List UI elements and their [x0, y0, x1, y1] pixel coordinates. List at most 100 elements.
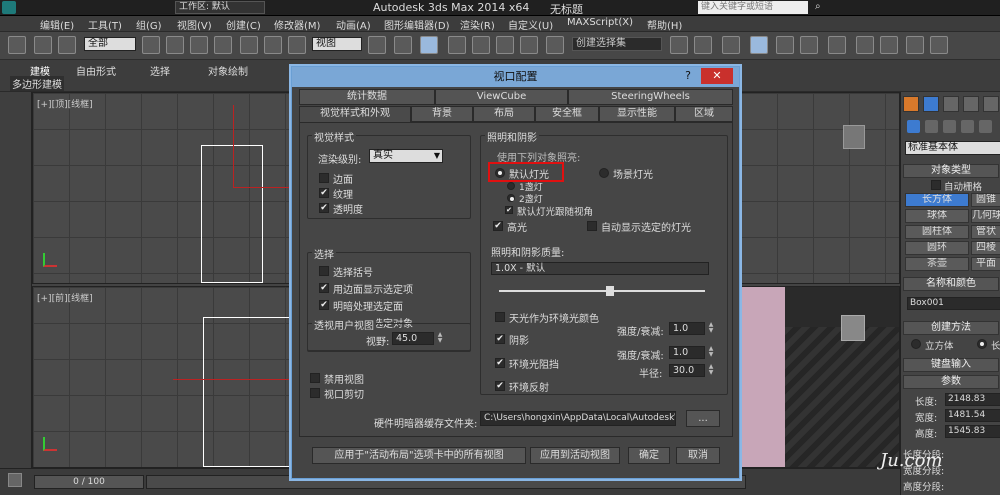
ribbon-tab-object-paint[interactable]: 对象绘制: [208, 63, 248, 78]
edge-faces-checkbox[interactable]: [319, 173, 329, 183]
ribbon-tab-freeform[interactable]: 自由形式: [76, 63, 116, 78]
cylinder-button[interactable]: 圆柱体: [905, 225, 969, 239]
ao-checkbox[interactable]: ✔: [495, 358, 505, 368]
tab-steeringwheels[interactable]: SteeringWheels: [568, 89, 733, 105]
unlink-icon[interactable]: [58, 36, 76, 54]
browse-button[interactable]: ...: [686, 410, 720, 427]
schematic-view-icon[interactable]: [800, 36, 818, 54]
box-wireframe[interactable]: [203, 317, 293, 467]
two-lights-radio[interactable]: [507, 194, 515, 202]
tab-layout[interactable]: 布局: [473, 106, 535, 122]
render-frame-icon[interactable]: [880, 36, 898, 54]
ref-coord-select[interactable]: 视图: [312, 37, 362, 51]
tab-background[interactable]: 背景: [411, 106, 473, 122]
shadows-checkbox[interactable]: ✔: [495, 334, 505, 344]
named-selection-set[interactable]: 创建选择集: [572, 37, 662, 51]
box-button[interactable]: 长方体: [905, 193, 969, 207]
quality-slider[interactable]: [499, 286, 705, 296]
display-tab-icon[interactable]: [983, 96, 999, 112]
pivot-icon[interactable]: [368, 36, 386, 54]
hierarchy-tab-icon[interactable]: [943, 96, 959, 112]
ribbon-sub-poly[interactable]: 多边形建模: [10, 76, 64, 91]
lights-icon[interactable]: [943, 120, 956, 133]
apply-active-button[interactable]: 应用到活动视图: [530, 447, 620, 464]
box-wireframe[interactable]: [201, 145, 263, 283]
render-level-select[interactable]: 真实 ▼: [369, 149, 443, 163]
box-radio[interactable]: [977, 339, 987, 349]
help-icon[interactable]: ?: [681, 67, 695, 85]
tab-display-performance[interactable]: 显示性能: [599, 106, 675, 122]
menu-tools[interactable]: 工具(T): [88, 17, 122, 32]
search-input[interactable]: 键入关键字或短语: [698, 1, 808, 14]
window-crossing-icon[interactable]: [214, 36, 232, 54]
shade-selected-faces-checkbox[interactable]: ✔: [319, 300, 329, 310]
rollout-name-color[interactable]: 名称和颜色: [903, 277, 999, 291]
quality-slider-thumb[interactable]: [605, 286, 614, 296]
width-input[interactable]: 1481.54: [945, 409, 1000, 422]
rollout-object-type[interactable]: 对象类型: [903, 164, 999, 178]
shader-cache-path[interactable]: C:\Users\hongxin\AppData\Local\Autodesk\…: [480, 411, 676, 426]
ribbon-toggle-icon[interactable]: [750, 36, 768, 54]
object-name-input[interactable]: Box001: [907, 297, 1000, 310]
radius-spinner[interactable]: ▲ ▼: [707, 364, 715, 377]
tab-statistics[interactable]: 统计数据: [299, 89, 435, 105]
selection-brackets-checkbox[interactable]: [319, 266, 329, 276]
menu-views[interactable]: 视图(V): [177, 17, 212, 32]
reflections-checkbox[interactable]: ✔: [495, 381, 505, 391]
layer-manager-icon[interactable]: [722, 36, 740, 54]
shapes-icon[interactable]: [925, 120, 938, 133]
ok-button[interactable]: 确定: [628, 447, 670, 464]
menu-modifiers[interactable]: 修改器(M): [274, 17, 320, 32]
maxscript-mini-icon[interactable]: [8, 473, 22, 487]
create-tab-icon[interactable]: [903, 96, 919, 112]
transparency-checkbox[interactable]: ✔: [319, 203, 329, 213]
scene-lights-radio[interactable]: [599, 168, 609, 178]
auto-grid-checkbox[interactable]: [931, 180, 941, 190]
cube-radio[interactable]: [911, 339, 921, 349]
viewport-front-label[interactable]: [+][前][线框]: [37, 291, 93, 304]
viewcube-icon[interactable]: [843, 125, 865, 149]
edge-faces-selected-checkbox[interactable]: ✔: [319, 283, 329, 293]
skylight-ambient-checkbox[interactable]: [495, 312, 505, 322]
auto-display-lights-checkbox[interactable]: [587, 221, 597, 231]
tab-regions[interactable]: 区域: [675, 106, 733, 122]
shadow-intensity-spinner[interactable]: ▲ ▼: [707, 322, 715, 335]
sphere-button[interactable]: 球体: [905, 209, 969, 223]
tab-visual-style[interactable]: 视觉样式和外观: [299, 106, 411, 123]
undo-icon[interactable]: [8, 36, 26, 54]
render-icon[interactable]: [906, 36, 924, 54]
geosphere-button[interactable]: 几何球: [971, 209, 1000, 223]
tab-safe-frame[interactable]: 安全框: [535, 106, 599, 122]
selection-filter[interactable]: 全部: [84, 37, 136, 51]
geometry-icon[interactable]: [907, 120, 920, 133]
textures-checkbox[interactable]: ✔: [319, 188, 329, 198]
time-slider[interactable]: 0 / 100: [34, 475, 144, 489]
shadow-intensity-input[interactable]: 1.0: [669, 322, 705, 335]
menu-graph-editors[interactable]: 图形编辑器(D): [384, 17, 450, 32]
one-light-radio[interactable]: [507, 182, 515, 190]
rect-region-icon[interactable]: [190, 36, 208, 54]
edit-named-sel-icon[interactable]: [546, 36, 564, 54]
follow-view-checkbox[interactable]: ✔: [505, 206, 513, 214]
menu-help[interactable]: 帮助(H): [647, 17, 682, 32]
torus-button[interactable]: 圆环: [905, 241, 969, 255]
material-editor-icon[interactable]: [828, 36, 846, 54]
search-icon[interactable]: ⌕: [815, 1, 821, 12]
highlights-checkbox[interactable]: ✔: [493, 221, 503, 231]
radius-input[interactable]: 30.0: [669, 364, 705, 377]
menu-create[interactable]: 创建(C): [226, 17, 261, 32]
cone-button[interactable]: 圆锥: [971, 193, 1000, 207]
viewport-top-label[interactable]: [+][顶][线框]: [37, 97, 93, 110]
cameras-icon[interactable]: [961, 120, 974, 133]
pyramid-button[interactable]: 四棱: [971, 241, 1000, 255]
select-object-icon[interactable]: [142, 36, 160, 54]
fov-spinner[interactable]: ▲ ▼: [436, 332, 444, 345]
menu-edit[interactable]: 编辑(E): [40, 17, 74, 32]
angle-snap-icon[interactable]: [472, 36, 490, 54]
helpers-icon[interactable]: [979, 120, 992, 133]
menu-animation[interactable]: 动画(A): [336, 17, 371, 32]
menu-maxscript[interactable]: MAXScript(X): [567, 17, 633, 28]
motion-tab-icon[interactable]: [963, 96, 979, 112]
tube-button[interactable]: 管状: [971, 225, 1000, 239]
rollout-keyboard-entry[interactable]: 键盘输入: [903, 358, 999, 372]
